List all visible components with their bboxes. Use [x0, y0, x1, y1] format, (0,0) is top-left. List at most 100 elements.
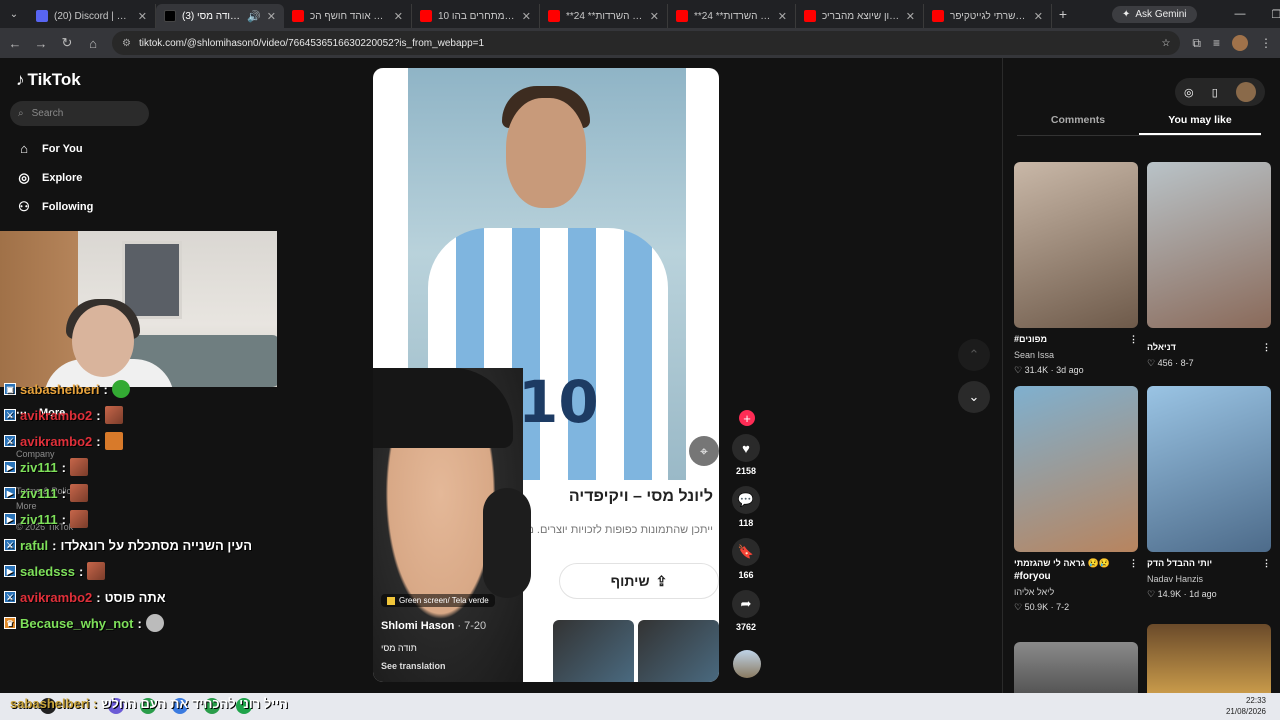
- extensions-icon[interactable]: ⧉: [1192, 36, 1201, 51]
- related-thumbs: [553, 620, 719, 682]
- chat-badge-icon: ▣: [4, 383, 16, 395]
- comment-icon: 💬: [732, 486, 760, 514]
- bookmark-star-icon[interactable]: ☆: [1161, 38, 1170, 49]
- kebab-icon[interactable]: ⋮: [1262, 342, 1271, 353]
- tab-comments[interactable]: Comments: [1017, 114, 1139, 135]
- chat-badge-icon: ⚔: [4, 435, 16, 447]
- tab-search-chevron-icon[interactable]: ⌄: [0, 9, 28, 20]
- discord-icon: [36, 10, 48, 22]
- nav-following[interactable]: ⚇ Following: [16, 199, 93, 215]
- chat-username: ziv111: [20, 485, 58, 501]
- search-input[interactable]: ⌕ Search: [10, 101, 149, 126]
- chat-username: saledsss: [20, 563, 75, 579]
- chat-emote: [69, 510, 88, 528]
- speaker-icon[interactable]: 🔊: [247, 10, 261, 23]
- follow-plus-button[interactable]: +: [739, 410, 755, 426]
- video-info: Shlomi Hason · 7-20 תודה מסי See transla…: [381, 620, 551, 671]
- browser-tab[interactable]: 10 ילדים מתחרים בהו✕: [412, 4, 540, 28]
- close-icon[interactable]: ✕: [394, 10, 403, 23]
- youtube-icon: [932, 10, 944, 22]
- suggested-video-card[interactable]: יותי ההבדל הדק ⋮ Nadav Hanzis ♡ 14.9K · 1…: [1147, 386, 1271, 600]
- minimize-icon[interactable]: —: [1235, 8, 1246, 21]
- nav-explore[interactable]: ◎ Explore: [16, 170, 82, 186]
- close-icon[interactable]: ✕: [267, 10, 276, 23]
- chat-emote: [111, 380, 130, 398]
- following-icon: ⚇: [18, 199, 30, 214]
- video-caption: תודה מסי: [381, 643, 417, 653]
- kebab-icon[interactable]: ⋮: [1262, 558, 1271, 569]
- close-icon[interactable]: ✕: [522, 10, 531, 23]
- youtube-icon: [420, 10, 432, 22]
- heart-outline-icon: ♡: [1014, 602, 1025, 612]
- reading-list-icon[interactable]: ≡: [1213, 36, 1220, 50]
- browser-tab[interactable]: (20) Discord | # (Channel)✕: [28, 4, 156, 28]
- tab-you-may-like[interactable]: You may like: [1139, 114, 1261, 135]
- browser-tab[interactable]: האחרון שיוצא מהבריכ✕: [796, 4, 924, 28]
- browser-tab[interactable]: התקשרתי לגייטקיפר ✕: [924, 4, 1052, 28]
- video-player[interactable]: 10 ליונל מסי – ויקיפדיה ייתכן שהתמונות כ…: [373, 68, 719, 682]
- video-thumbnail: [1014, 162, 1138, 328]
- right-panel-tabs: Comments You may like: [1017, 114, 1261, 136]
- effect-tag[interactable]: Green screen/ Tela verde: [381, 594, 495, 607]
- menu-kebab-icon[interactable]: ⋮: [1260, 36, 1272, 50]
- visual-search-icon[interactable]: ⌖: [689, 436, 719, 466]
- video-author[interactable]: Shlomi Hason · 7-20: [381, 620, 551, 632]
- tiktok-logo[interactable]: ♪ TikTok: [16, 70, 81, 90]
- restore-icon[interactable]: ❐: [1272, 8, 1280, 21]
- chat-badge-icon: ▶: [4, 513, 16, 525]
- share-button[interactable]: ➦ 3762: [731, 590, 761, 632]
- chat-badge-icon: ⚔: [4, 591, 16, 603]
- jersey-number: 10: [518, 368, 599, 436]
- close-icon[interactable]: ✕: [906, 10, 915, 23]
- compass-icon[interactable]: ◎: [1184, 86, 1194, 99]
- home-icon: ⌂: [20, 141, 28, 156]
- music-disc-icon[interactable]: [733, 650, 761, 678]
- device-icon[interactable]: ▯: [1212, 86, 1218, 99]
- browser-tab-active[interactable]: (3) תודה מסי | TikTok🔊✕: [156, 4, 284, 28]
- suggested-video-card[interactable]: [1147, 624, 1271, 693]
- chat-line: ⚔ avikrambo2:: [0, 428, 300, 454]
- suggested-video-card[interactable]: #מפונים ⋮ Sean Issa ♡ 31.4K · 3d ago: [1014, 162, 1138, 376]
- chat-emote: [145, 614, 164, 632]
- suggested-video-card[interactable]: גראה לי שהגזמתי 😢😢 ⋮ #foryou ליאל אליהו ♡…: [1014, 386, 1138, 613]
- system-clock[interactable]: 22:33 21/08/2026: [1226, 695, 1266, 717]
- profile-avatar[interactable]: [1232, 35, 1248, 51]
- tiktok-icon: [164, 10, 176, 22]
- window-controls: — ❐ ✕: [1235, 8, 1280, 21]
- previous-video-chevron-up-icon[interactable]: ⌃: [958, 339, 990, 371]
- close-icon[interactable]: ✕: [138, 10, 147, 23]
- suggested-video-card[interactable]: דניאלה ⋮ ♡ 456 · 8-7: [1147, 162, 1271, 369]
- browser-tab[interactable]: **אתגר השרדות** 24✕: [540, 4, 668, 28]
- video-stage: 10 ליונל מסי – ויקיפדיה ייתכן שהתמונות כ…: [300, 58, 1002, 693]
- save-button[interactable]: 🔖 166: [731, 538, 761, 580]
- webcam-overlay: [0, 231, 277, 387]
- like-button[interactable]: ♥ 2158: [731, 434, 761, 476]
- browser-tab[interactable]: מאסטר אוהד חושף הכ✕: [284, 4, 412, 28]
- comment-button[interactable]: 💬 118: [731, 486, 761, 528]
- new-tab-button[interactable]: +: [1052, 6, 1074, 22]
- nav-for-you[interactable]: ⌂ For You: [16, 141, 82, 156]
- site-info-icon[interactable]: ⚙: [122, 38, 131, 49]
- chat-emote: [104, 406, 123, 424]
- browser-tab[interactable]: **אתגר השרדות** 24✕: [668, 4, 796, 28]
- chat-line: ⚔ avikrambo2: אתה פוסט: [0, 584, 300, 610]
- user-avatar[interactable]: [1235, 82, 1256, 102]
- reload-icon[interactable]: ↻: [60, 35, 74, 51]
- next-video-chevron-down-icon[interactable]: ⌄: [958, 381, 990, 413]
- forward-icon[interactable]: →: [34, 36, 48, 51]
- close-icon[interactable]: ✕: [650, 10, 659, 23]
- back-icon[interactable]: ←: [8, 36, 22, 51]
- ask-gemini-button[interactable]: ✦ Ask Gemini: [1112, 5, 1197, 23]
- home-icon[interactable]: ⌂: [86, 36, 100, 51]
- chat-emote: [104, 432, 123, 450]
- see-translation-link[interactable]: See translation: [381, 661, 551, 671]
- chat-badge-icon: ▶: [4, 487, 16, 499]
- url-bar[interactable]: ⚙ tiktok.com/@shlomihason0/video/7664536…: [112, 31, 1181, 55]
- suggested-video-card[interactable]: [1014, 642, 1138, 693]
- chat-username: avikrambo2: [20, 433, 93, 449]
- kebab-icon[interactable]: ⋮: [1129, 558, 1138, 569]
- close-icon[interactable]: ✕: [1034, 10, 1043, 23]
- kebab-icon[interactable]: ⋮: [1129, 334, 1138, 345]
- right-panel: ◎ ▯ Comments You may like #מפונים ⋮ Sean …: [1002, 58, 1280, 693]
- close-icon[interactable]: ✕: [778, 10, 787, 23]
